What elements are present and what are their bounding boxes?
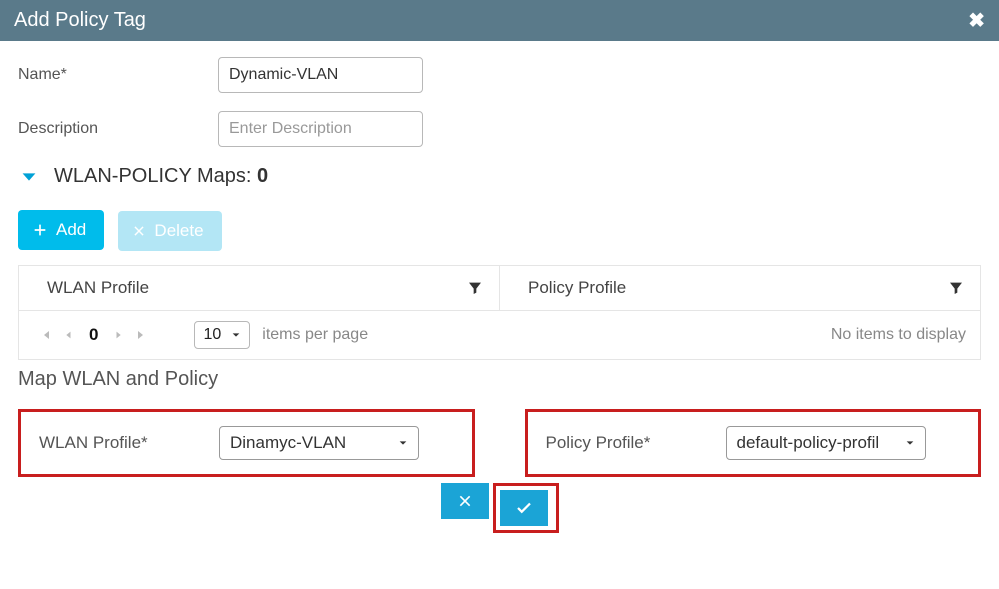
wlan-profile-group: WLAN Profile* Dinamyc-VLAN: [18, 409, 475, 477]
maps-table: WLAN Profile Policy Profile 0 10: [18, 265, 981, 360]
section-count: 0: [257, 165, 268, 187]
policy-profile-value: default-policy-profil: [737, 433, 880, 453]
map-action-row: [0, 483, 999, 543]
filter-icon[interactable]: [467, 280, 483, 296]
caret-down-icon: [398, 438, 408, 448]
close-icon: [457, 493, 473, 509]
cancel-map-button[interactable]: [441, 483, 489, 519]
section-title: WLAN-POLICY Maps: 0: [54, 165, 268, 188]
policy-profile-label: Policy Profile*: [546, 433, 726, 453]
col-wlan-label: WLAN Profile: [47, 278, 149, 298]
modal-header: Add Policy Tag ✖: [0, 0, 999, 41]
check-icon: [515, 499, 533, 517]
map-section-title: Map WLAN and Policy: [18, 368, 999, 391]
empty-message: No items to display: [831, 326, 966, 344]
table-header: WLAN Profile Policy Profile: [19, 266, 980, 311]
pager-first-icon[interactable]: [33, 328, 57, 342]
section-title-text: WLAN-POLICY Maps:: [54, 165, 257, 187]
policy-profile-select[interactable]: default-policy-profil: [726, 426, 926, 460]
map-row: WLAN Profile* Dinamyc-VLAN Policy Profil…: [0, 409, 999, 477]
button-row: Add Delete: [0, 210, 999, 251]
form-body: Name* Description: [0, 41, 999, 147]
pager-next-icon[interactable]: [108, 328, 130, 342]
delete-button-label: Delete: [154, 221, 203, 241]
confirm-map-button[interactable]: [500, 490, 548, 526]
description-label: Description: [18, 120, 218, 138]
pager-prev-icon[interactable]: [57, 328, 79, 342]
wlan-profile-select[interactable]: Dinamyc-VLAN: [219, 426, 419, 460]
pager: 0 10 items per page No items to display: [19, 311, 980, 359]
wlan-profile-value: Dinamyc-VLAN: [230, 433, 346, 453]
chevron-down-icon: [18, 166, 40, 188]
items-per-page-label: items per page: [262, 326, 368, 344]
page-size-select[interactable]: 10: [194, 321, 250, 349]
plus-icon: [32, 222, 48, 238]
policy-profile-group: Policy Profile* default-policy-profil: [525, 409, 982, 477]
col-wlan-profile[interactable]: WLAN Profile: [19, 266, 500, 310]
caret-down-icon: [905, 438, 915, 448]
x-icon: [132, 224, 146, 238]
name-row: Name*: [18, 57, 981, 93]
close-icon[interactable]: ✖: [968, 8, 985, 33]
description-input[interactable]: [218, 111, 423, 147]
page-size-value: 10: [203, 326, 221, 344]
col-policy-label: Policy Profile: [528, 278, 626, 298]
confirm-highlight: [493, 483, 559, 533]
modal-title: Add Policy Tag: [14, 9, 146, 32]
add-button[interactable]: Add: [18, 210, 104, 250]
caret-down-icon: [231, 330, 241, 340]
pager-current: 0: [89, 325, 98, 345]
delete-button: Delete: [118, 211, 221, 251]
pager-last-icon[interactable]: [130, 328, 154, 342]
add-button-label: Add: [56, 220, 86, 240]
col-policy-profile[interactable]: Policy Profile: [500, 266, 980, 310]
section-toggle[interactable]: WLAN-POLICY Maps: 0: [18, 165, 999, 188]
name-label: Name*: [18, 66, 218, 84]
filter-icon[interactable]: [948, 280, 964, 296]
wlan-profile-label: WLAN Profile*: [39, 433, 219, 453]
name-input[interactable]: [218, 57, 423, 93]
description-row: Description: [18, 111, 981, 147]
